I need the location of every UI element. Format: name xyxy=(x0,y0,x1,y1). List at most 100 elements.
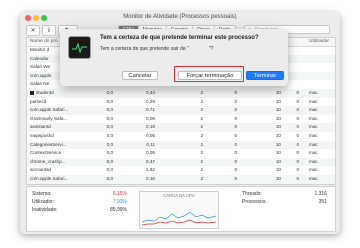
user-cell: mac xyxy=(309,167,318,173)
processes-value: 351 xyxy=(318,199,327,205)
table-row[interactable]: studentd 0,0 0,44 2 0 10 0 mac xyxy=(27,89,335,98)
user-cell: mac xyxy=(309,141,318,147)
cpu-percent-cell: 0,0 xyxy=(106,141,113,147)
process-icon xyxy=(30,90,34,95)
table-row[interactable]: Grammarly Safa... 0,0 0,06 2 0 10 0 mac xyxy=(27,115,335,124)
cancel-button[interactable]: Cancelar xyxy=(122,71,158,80)
idle-label: Inatividade: xyxy=(32,207,58,213)
system-value: 6,15% xyxy=(112,191,127,197)
threads-cell: 2 xyxy=(200,158,203,164)
cpu-percent-cell: 0,0 xyxy=(106,158,113,164)
process-name-cell: com.apple.Safari... xyxy=(30,107,69,113)
kind-cell: 10 xyxy=(275,90,281,95)
threads-cell: 2 xyxy=(200,133,203,138)
user-cell: mac xyxy=(309,107,318,113)
kind-cell: 10 xyxy=(275,176,281,181)
threads-label: Threads: xyxy=(242,191,262,197)
user-cell: mac xyxy=(309,90,318,95)
kind-cell: 10 xyxy=(275,124,281,130)
dialog-message-text: Tem a certeza de que pretende sair de " xyxy=(100,46,189,52)
kind-cell: 10 xyxy=(275,107,281,113)
dialog-message-end: "? xyxy=(208,46,214,52)
idle-wakeups-cell: 0 xyxy=(234,141,237,147)
user-cell: mac xyxy=(309,133,318,138)
inspect-process-button[interactable]: i xyxy=(42,25,56,36)
cpu-time-cell: 0,11 xyxy=(146,141,155,147)
threads-cell: 2 xyxy=(200,98,203,104)
title-bar: Monitor de Atividade (Processos pessoais… xyxy=(20,12,340,25)
cpu-time-cell: 0,06 xyxy=(146,115,155,121)
cpu-time-cell: 0,29 xyxy=(146,98,155,104)
table-row[interactable]: ContextService 0,0 0,05 2 0 10 0 mac xyxy=(27,149,335,158)
table-row[interactable]: accountsd 0,0 1,62 2 0 10 0 mac xyxy=(27,166,335,175)
process-name-cell: ContextService xyxy=(30,150,62,156)
column-header-user[interactable]: Utilizador xyxy=(309,39,329,44)
gpu-cell: 0 xyxy=(296,158,299,164)
cpu-percent-cell: 0,0 xyxy=(106,133,113,138)
threads-cell: 2 xyxy=(200,150,203,156)
user-cell: mac xyxy=(309,176,318,181)
table-row[interactable]: com.apple.Safari... 0,0 0,16 2 0 10 0 mac xyxy=(27,175,335,184)
user-cell: mac xyxy=(309,158,318,164)
gpu-cell: 0 xyxy=(296,115,299,121)
cpu-time-cell: 0,44 xyxy=(146,90,155,95)
window-title: Monitor de Atividade (Processos pessoais… xyxy=(123,14,237,20)
kind-cell: 10 xyxy=(275,167,281,173)
table-row[interactable]: mapspushd 0,0 0,05 2 0 10 0 mac xyxy=(27,132,335,141)
table-row[interactable]: chrome_crashp... 0,0 0,47 2 0 10 0 mac xyxy=(27,157,335,167)
gpu-cell: 0 xyxy=(296,124,299,130)
idle-wakeups-cell: 0 xyxy=(234,150,237,156)
process-name-cell: accountsd xyxy=(30,167,51,173)
threads-cell: 2 xyxy=(200,167,203,173)
process-name-cell: com.apple.Safari... xyxy=(30,176,69,181)
dialog-message: Tem a certeza de que pretende sair de " "… xyxy=(100,46,213,52)
idle-wakeups-cell: 0 xyxy=(234,115,237,121)
cpu-time-cell: 0,05 xyxy=(146,150,155,156)
table-row[interactable]: assistantd 0,0 0,18 2 0 10 0 mac xyxy=(27,123,335,132)
cpu-percent-cell: 0,0 xyxy=(106,115,113,121)
gpu-cell: 0 xyxy=(296,90,299,95)
threads-cell: 2 xyxy=(200,141,203,147)
cpu-percent-cell: 0,0 xyxy=(106,124,113,130)
idle-wakeups-cell: 0 xyxy=(234,98,237,104)
idle-wakeups-cell: 0 xyxy=(234,176,237,181)
kind-cell: 10 xyxy=(275,141,281,147)
cpu-percent-cell: 0,0 xyxy=(106,107,113,113)
quit-button[interactable]: Terminar xyxy=(246,71,284,80)
user-cell: mac xyxy=(309,150,318,156)
cpu-time-cell: 0,71 xyxy=(146,107,155,113)
gpu-cell: 0 xyxy=(296,141,299,147)
user-value: 7,93% xyxy=(112,199,127,205)
gpu-cell: 0 xyxy=(296,98,299,104)
process-name-cell: CategoriesServi... xyxy=(30,141,67,147)
cpu-time-cell: 0,47 xyxy=(146,158,155,164)
threads-cell: 2 xyxy=(200,115,203,121)
column-header-name[interactable]: Nome do pro xyxy=(30,39,58,44)
process-name-cell: parsecd xyxy=(30,98,47,104)
user-cell: mac xyxy=(309,124,318,130)
table-row[interactable]: CategoriesServi... 0,0 0,11 2 0 10 0 mac xyxy=(27,140,335,150)
threads-cell: 2 xyxy=(200,90,203,95)
process-name-cell: studentd xyxy=(30,89,90,98)
cpu-time-cell: 1,62 xyxy=(146,167,155,173)
process-name-cell: Grammarly Safa... xyxy=(30,115,68,121)
kind-cell: 10 xyxy=(275,115,281,121)
cpu-load-chart xyxy=(141,211,217,226)
activity-monitor-app-icon xyxy=(68,36,91,59)
cpu-summary-panel: Sistema: 6,15% Utilizador: 7,93% Inativi… xyxy=(26,186,336,232)
gpu-cell: 0 xyxy=(296,167,299,173)
gpu-cell: 0 xyxy=(296,107,299,113)
table-row[interactable]: parsecd 0,0 0,29 2 0 10 0 mac xyxy=(27,98,335,107)
force-quit-highlight xyxy=(174,66,244,82)
kind-cell: 10 xyxy=(275,150,281,156)
table-row[interactable]: com.apple.Safari... 0,0 0,71 2 0 10 0 mac xyxy=(27,106,335,115)
idle-wakeups-cell: 0 xyxy=(234,124,237,130)
stop-process-button[interactable]: ✕ xyxy=(26,25,40,36)
idle-wakeups-cell: 0 xyxy=(234,90,237,95)
idle-wakeups-cell: 0 xyxy=(234,133,237,138)
gpu-cell: 0 xyxy=(296,133,299,138)
process-name-cell: assistantd xyxy=(30,124,51,130)
cpu-time-cell: 0,18 xyxy=(146,124,155,130)
cpu-time-cell: 0,05 xyxy=(146,133,155,138)
idle-value: 85,99% xyxy=(110,207,127,213)
